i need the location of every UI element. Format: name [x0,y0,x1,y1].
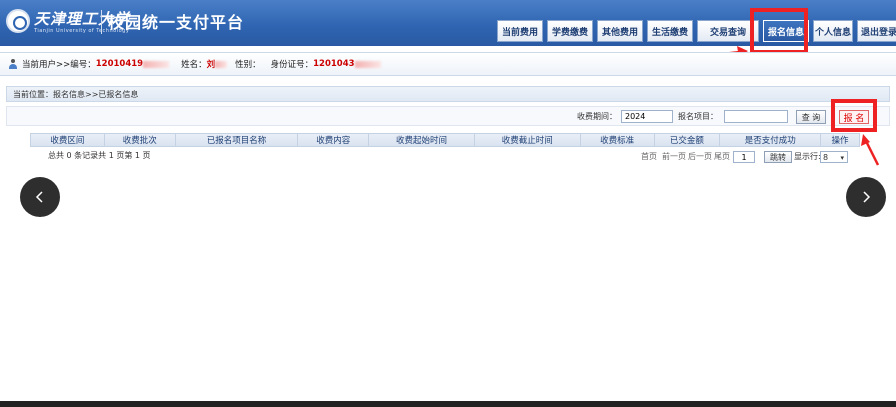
platform-title: 校园统一支付平台 [108,13,245,32]
breadcrumb: 当前位置：报名信息>>已报名信息 [6,86,890,102]
current-user-label: 当前用户>>编号： [22,60,96,70]
table-header: 收费区间 收费批次 已报名项目名称 收费内容 收费起始时间 收费截止时间 收费标… [30,133,860,147]
project-input[interactable] [724,110,788,123]
pager-next[interactable]: 后一页 [688,151,712,162]
chevron-left-icon [35,191,43,203]
redacted-name [215,60,228,68]
record-total: 总共 0 条记录共 1 页第 1 页 [48,151,151,160]
period-input[interactable] [621,110,673,123]
pager-prev[interactable]: 前一页 [662,151,686,162]
nav-living-fees[interactable]: 生活缴费 [647,20,693,42]
project-label: 报名项目： [678,112,718,121]
university-logo-icon [6,9,30,33]
rows-label: 显示行: [794,152,821,161]
name-value: 刘 [206,60,216,70]
redacted-user-id [143,60,170,68]
col-project-name: 已报名项目名称 [176,134,299,146]
user-id: 12010419 [95,59,144,69]
carousel-next-button[interactable] [846,177,886,217]
col-fee-period: 收费区间 [31,134,105,146]
chevron-down-icon: ▾ [840,154,844,162]
bottom-bar [0,401,896,407]
col-fee-batch: 收费批次 [105,134,176,146]
period-label: 收费期间： [577,112,617,121]
nav-current-fees[interactable]: 当前费用 [497,20,543,42]
col-pay-success: 是否支付成功 [720,134,822,146]
col-operation: 操作 [831,136,849,146]
main-nav: 当前费用 学费缴费 其他费用 生活缴费 交易查询 报名信息 个人信息 退出登录 [497,20,896,42]
rows-per-page-select[interactable]: 8 ▾ [820,151,848,163]
nav-personal-info[interactable]: 个人信息 [813,20,853,42]
header-divider [101,10,102,34]
rows-per-page-value: 8 [823,152,829,162]
pager-first[interactable]: 首页 [641,151,657,162]
redacted-id-card [354,60,381,68]
jump-button[interactable]: 跳转 [764,151,792,163]
pager-last[interactable]: 尾页 [714,151,730,162]
chevron-right-icon [863,191,871,203]
arrow-head-signup [861,134,870,146]
nav-other-fees[interactable]: 其他费用 [597,20,643,42]
id-card-value: 1201043 [313,59,355,69]
arrow-line-signup [864,140,880,166]
highlight-box-signup [831,99,877,132]
user-info-bar: 当前用户>>编号： 12010419 姓名： 刘 性别： 身份证号： 12010… [0,52,896,76]
nav-logout[interactable]: 退出登录 [857,20,896,42]
id-card-label: 身份证号： [270,60,314,70]
filter-row: 收费期间： 报名项目： 查 询 报 名 [6,106,890,126]
col-fee-content: 收费内容 [298,134,370,146]
name-label: 姓名： [181,60,207,70]
carousel-prev-button[interactable] [20,177,60,217]
col-start-time: 收费起始时间 [369,134,475,146]
nav-tuition[interactable]: 学费缴费 [547,20,593,42]
col-paid-amount: 已交金额 [655,134,721,146]
col-fee-standard: 收费标准 [581,134,655,146]
user-icon [8,59,18,69]
highlight-box-nav [750,8,808,54]
query-button[interactable]: 查 询 [796,110,826,124]
breadcrumb-text: 当前位置：报名信息>>已报名信息 [13,89,139,99]
gender-label: 性别： [235,60,261,70]
col-end-time: 收费截止时间 [475,134,581,146]
page-number-input[interactable] [733,151,755,163]
